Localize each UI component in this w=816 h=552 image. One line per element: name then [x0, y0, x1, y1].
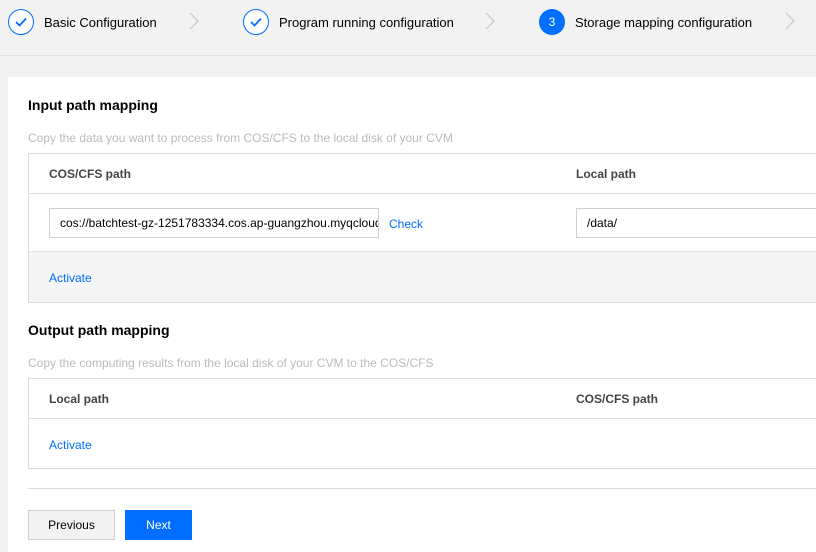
step-basic-configuration: Basic Configuration — [8, 8, 157, 36]
chevron-right-icon — [785, 12, 795, 30]
cos-cfs-path-input[interactable]: cos://batchtest-gz-1251783334.cos.ap-gua… — [49, 208, 379, 238]
table-row: cos://batchtest-gz-1251783334.cos.ap-gua… — [29, 194, 816, 252]
chevron-right-icon — [189, 12, 199, 30]
check-link[interactable]: Check — [389, 217, 423, 231]
input-path-table: COS/CFS path Local path cos://batchtest-… — [28, 153, 816, 303]
table-header: Local path COS/CFS path — [29, 379, 816, 419]
output-path-mapping-description: Copy the computing results from the loca… — [28, 356, 434, 370]
chevron-right-icon — [485, 12, 495, 30]
step-program-running-configuration: Program running configuration — [243, 8, 454, 36]
step-label: Storage mapping configuration — [575, 14, 753, 30]
activate-input-link[interactable]: Activate — [49, 271, 92, 285]
step-label: Basic Configuration — [44, 14, 157, 30]
table-footer: Activate — [29, 252, 816, 302]
input-path-mapping-title: Input path mapping — [28, 97, 158, 113]
step-indicator: Basic Configuration Program running conf… — [0, 0, 816, 56]
divider — [28, 488, 816, 489]
column-header-cos-cfs-path: COS/CFS path — [49, 167, 132, 181]
step-label: Program running configuration — [279, 14, 454, 30]
check-icon — [8, 9, 34, 35]
next-button[interactable]: Next — [125, 510, 192, 540]
local-path-input[interactable]: /data/ — [576, 208, 816, 238]
column-header-cos-cfs-path: COS/CFS path — [576, 392, 659, 406]
output-path-table: Local path COS/CFS path Activate — [28, 378, 816, 469]
check-icon — [243, 9, 269, 35]
activate-output-link[interactable]: Activate — [49, 438, 92, 452]
table-header: COS/CFS path Local path — [29, 154, 816, 194]
output-path-mapping-title: Output path mapping — [28, 322, 170, 338]
column-header-local-path: Local path — [49, 392, 110, 406]
input-path-mapping-description: Copy the data you want to process from C… — [28, 131, 453, 145]
table-footer: Activate — [29, 419, 816, 468]
step-storage-mapping-configuration: 3 Storage mapping configuration — [539, 8, 752, 36]
previous-button[interactable]: Previous — [28, 510, 115, 540]
column-header-local-path: Local path — [576, 167, 637, 181]
storage-mapping-panel: Input path mapping Copy the data you wan… — [8, 77, 816, 552]
step-number: 3 — [539, 9, 565, 35]
